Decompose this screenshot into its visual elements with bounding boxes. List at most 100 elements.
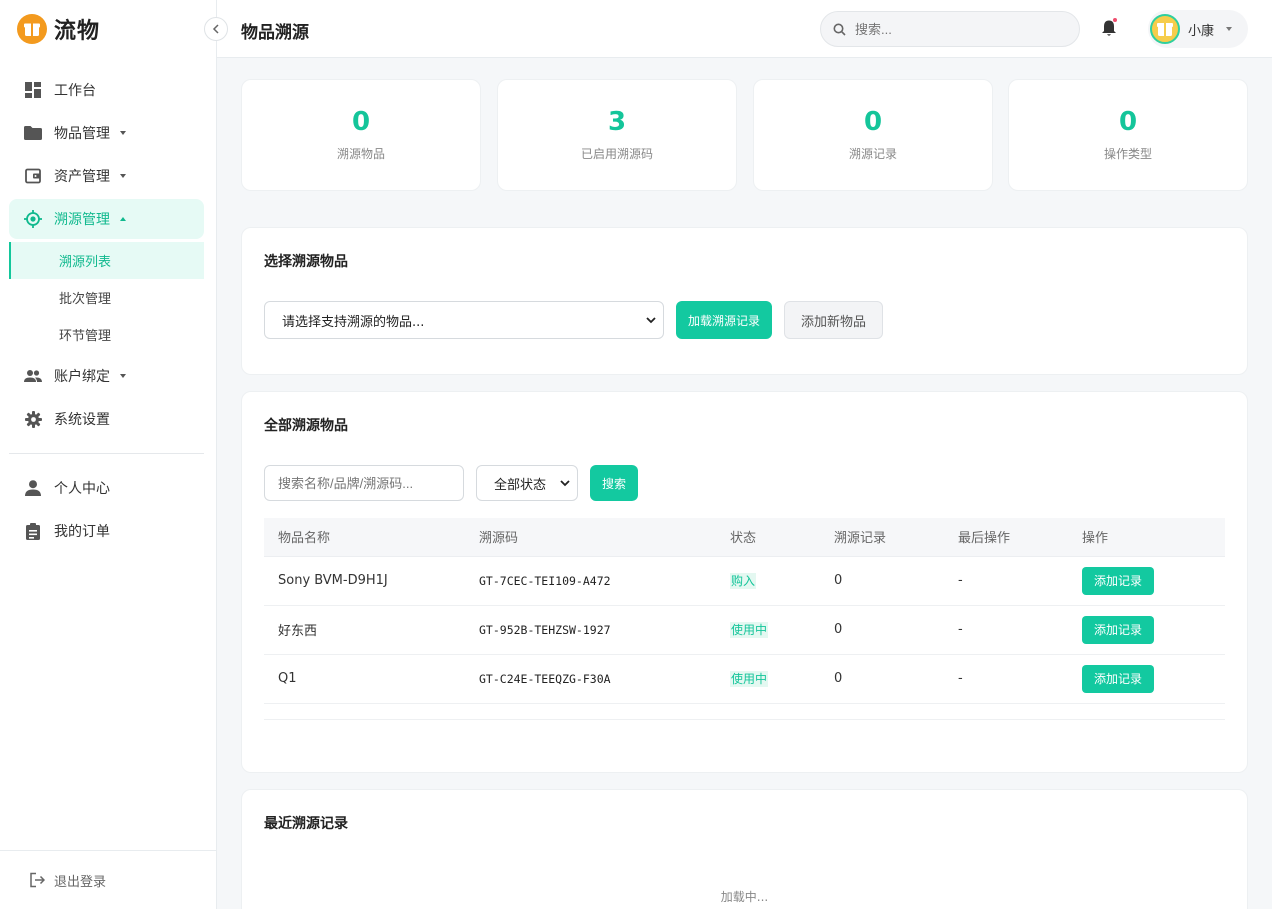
sidebar-divider [9,453,204,454]
sidebar-item-trace[interactable]: 溯源管理 [9,199,204,239]
top-header: 物品溯源 小康 [217,0,1272,58]
items-table: 物品名称 溯源码 状态 溯源记录 最后操作 操作 Sony BVM-D9H1J … [264,518,1225,720]
global-search-input[interactable] [855,21,1055,37]
gear-icon [24,410,42,428]
record-count: 0 [820,654,944,704]
record-count: 0 [820,556,944,606]
status-badge: 使用中 [730,622,769,638]
stat-label: 操作类型 [1103,147,1152,161]
logout-button[interactable]: 退出登录 [0,850,216,909]
select-item-panel: 选择溯源物品 请选择支持溯源的物品... 加载溯源记录 添加新物品 [241,227,1248,375]
table-row: 好东西 GT-952B-TEHZSW-1927 使用中 0 - 添加记录 [264,605,1225,655]
trace-code: GT-C24E-TEEQZG-F30A [465,654,716,704]
chevron-left-icon [212,24,219,34]
trace-code: GT-952B-TEHZSW-1927 [465,605,716,655]
panel-title: 选择溯源物品 [264,254,348,270]
brand-name: 流物 [54,19,101,44]
sidebar-nav: 工作台 物品管理 资产管理 溯源管理 溯源列表 批次管理 环节管理 账户绑定 系… [0,58,216,551]
item-search-input[interactable] [278,475,448,491]
stat-value: 3 [607,107,627,137]
brand[interactable]: 流物 [0,0,216,58]
loading-text: 加载中... [720,890,769,904]
people-icon [24,367,42,385]
table-row: Q1 GT-C24E-TEEQZG-F30A 使用中 0 - 添加记录 [264,654,1225,704]
notification-dot [1113,18,1117,22]
stat-label: 溯源记录 [848,147,897,161]
logout-icon [29,872,45,888]
sidebar-subitem-trace-list[interactable]: 溯源列表 [9,242,204,279]
stat-card-codes: 3 已启用溯源码 [497,79,737,191]
global-search[interactable] [820,11,1080,47]
notification-button[interactable] [1101,18,1117,41]
recent-records-panel: 最近溯源记录 加载中... [241,789,1248,909]
column-header: 物品名称 [264,518,465,557]
sidebar-item-label: 我的订单 [54,524,110,540]
trace-item-select[interactable]: 请选择支持溯源的物品... [264,301,664,339]
sidebar: 流物 工作台 物品管理 资产管理 溯源管理 溯源列表 批次管理 环节管理 账户绑… [0,0,217,909]
add-record-button[interactable]: 添加记录 [1082,566,1154,595]
stat-label: 溯源物品 [336,147,385,161]
last-operation: - [944,654,1068,704]
sidebar-item-label: 系统设置 [54,412,110,428]
table-row: Sony BVM-D9H1J GT-7CEC-TEI109-A472 购入 0 … [264,556,1225,606]
panel-title: 最近溯源记录 [264,816,348,832]
person-icon [24,479,42,497]
sidebar-item-dashboard[interactable]: 工作台 [9,70,204,110]
stat-label: 已启用溯源码 [580,147,653,161]
sidebar-item-items[interactable]: 物品管理 [9,113,204,153]
last-operation: - [944,556,1068,606]
stat-card-items: 0 溯源物品 [241,79,481,191]
sidebar-item-label: 工作台 [54,83,96,99]
table-spacer-row [264,703,1225,720]
last-operation: - [944,605,1068,655]
item-name: 好东西 [264,605,465,655]
table-header-row: 物品名称 溯源码 状态 溯源记录 最后操作 操作 [264,518,1225,557]
clipboard-icon [24,522,42,540]
column-header: 最后操作 [944,518,1068,557]
sidebar-item-assets[interactable]: 资产管理 [9,156,204,196]
sidebar-item-profile[interactable]: 个人中心 [9,468,204,508]
item-name: Sony BVM-D9H1J [264,556,465,606]
chevron-up-icon [120,217,126,221]
add-item-button[interactable]: 添加新物品 [784,301,883,339]
chevron-down-icon [560,480,570,487]
stat-value: 0 [351,107,371,137]
dashboard-icon [24,81,42,99]
logout-label: 退出登录 [54,874,107,890]
sidebar-item-label: 个人中心 [54,481,110,497]
load-records-button[interactable]: 加载溯源记录 [676,301,772,339]
column-header: 状态 [716,518,820,557]
chevron-down-icon [120,374,126,378]
page-title: 物品溯源 [241,23,309,43]
panel-title: 全部溯源物品 [264,418,348,434]
add-record-button[interactable]: 添加记录 [1082,664,1154,693]
chevron-down-icon [120,131,126,135]
sidebar-item-settings[interactable]: 系统设置 [9,399,204,439]
sidebar-subitem-batch[interactable]: 批次管理 [9,279,204,316]
all-items-panel: 全部溯源物品 全部状态 搜索 物品名称 溯源码 状态 溯源记录 最后操作 操作 … [241,391,1248,773]
item-search-field[interactable] [264,465,464,501]
chevron-down-icon [1226,27,1233,31]
stat-value: 0 [1118,107,1138,137]
status-filter-select[interactable]: 全部状态 [476,465,578,501]
sidebar-item-orders[interactable]: 我的订单 [9,511,204,551]
sidebar-item-label: 账户绑定 [54,369,110,385]
logo-icon [17,14,47,44]
folder-icon [24,124,42,142]
user-menu[interactable]: 小康 [1148,10,1248,48]
column-header: 操作 [1068,518,1225,557]
trace-code: GT-7CEC-TEI109-A472 [465,556,716,606]
sidebar-item-accounts[interactable]: 账户绑定 [9,356,204,396]
select-value: 全部状态 [494,477,547,493]
user-name: 小康 [1188,23,1215,39]
record-count: 0 [820,605,944,655]
search-button[interactable]: 搜索 [590,465,638,501]
target-icon [24,210,42,228]
status-badge: 购入 [730,573,757,589]
item-name: Q1 [264,654,465,704]
sidebar-subitem-stage[interactable]: 环节管理 [9,316,204,353]
add-record-button[interactable]: 添加记录 [1082,615,1154,644]
wallet-icon [24,167,42,185]
sidebar-item-label: 资产管理 [54,169,110,185]
collapse-sidebar-button[interactable] [204,17,228,41]
